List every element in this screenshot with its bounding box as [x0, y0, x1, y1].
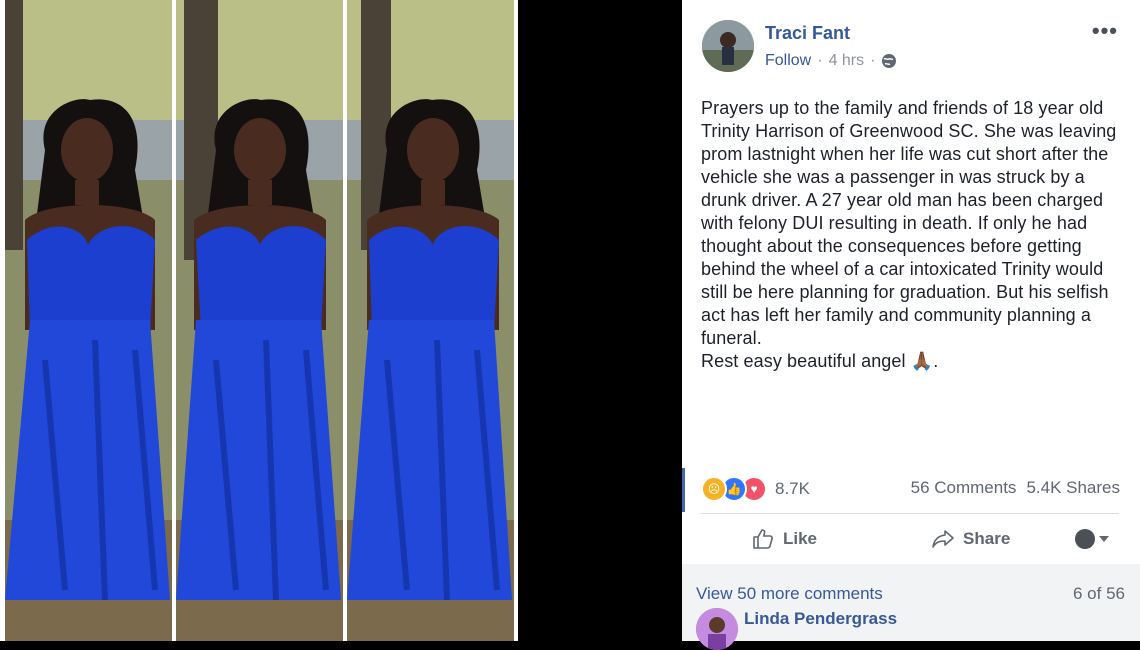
post-panel: Traci Fant Follow · 4 hrs · ••• Prayers … [682, 0, 1140, 650]
meta-separator: · [817, 52, 823, 69]
meta-separator-2: · [870, 52, 876, 69]
collage-panel-2 [176, 0, 343, 641]
share-label: Share [963, 529, 1011, 548]
author-name[interactable]: Traci Fant [765, 23, 850, 44]
sad-reaction-icon: ☹ [701, 476, 727, 502]
author-avatar[interactable] [702, 20, 754, 72]
view-more-comments-link[interactable]: View 50 more comments [696, 584, 883, 604]
post-paragraph-1: Prayers up to the family and friends of … [701, 98, 1117, 348]
like-button[interactable]: Like [751, 527, 817, 551]
post-time[interactable]: 4 hrs [829, 52, 865, 70]
commenter-name[interactable]: Linda Pendergrass [744, 609, 897, 629]
post-paragraph-2: Rest easy beautiful angel 🙏🏾. [701, 351, 939, 371]
comments-pager: 6 of 56 [1073, 584, 1125, 603]
follow-link[interactable]: Follow [765, 52, 811, 70]
comments-section: View 50 more comments 6 of 56 Linda Pend… [682, 564, 1140, 650]
like-thumb-icon [753, 529, 773, 549]
reaction-count[interactable]: 8.7K [775, 479, 810, 499]
more-options-icon[interactable]: ••• [1092, 18, 1118, 44]
caret-down-icon [1099, 536, 1109, 542]
collage-panel-3 [347, 0, 514, 641]
mini-avatar [1075, 529, 1095, 549]
photo-collage[interactable] [0, 0, 518, 641]
collage-panel-1 [5, 0, 172, 641]
divider-top [701, 513, 1119, 514]
post-text: Prayers up to the family and friends of … [701, 97, 1121, 373]
like-label: Like [783, 529, 818, 548]
scroll-accent [682, 468, 685, 512]
reaction-as-selector[interactable] [1075, 529, 1109, 549]
engagement-counts: 56 Comments 5.4K Shares [911, 478, 1120, 498]
shares-count[interactable]: 5.4K Shares [1026, 478, 1120, 498]
action-bar: Like Share [701, 515, 1119, 563]
share-button[interactable]: Share [931, 527, 1010, 551]
comments-count[interactable]: 56 Comments [911, 478, 1017, 498]
post-meta: Follow · 4 hrs · [765, 52, 897, 70]
share-arrow-icon [932, 530, 954, 548]
reaction-summary[interactable]: ☹ 👍 ♥ 8.7K [701, 476, 810, 502]
globe-icon[interactable] [881, 53, 897, 69]
commenter-avatar[interactable] [696, 608, 738, 650]
photo-viewer[interactable] [0, 0, 682, 641]
